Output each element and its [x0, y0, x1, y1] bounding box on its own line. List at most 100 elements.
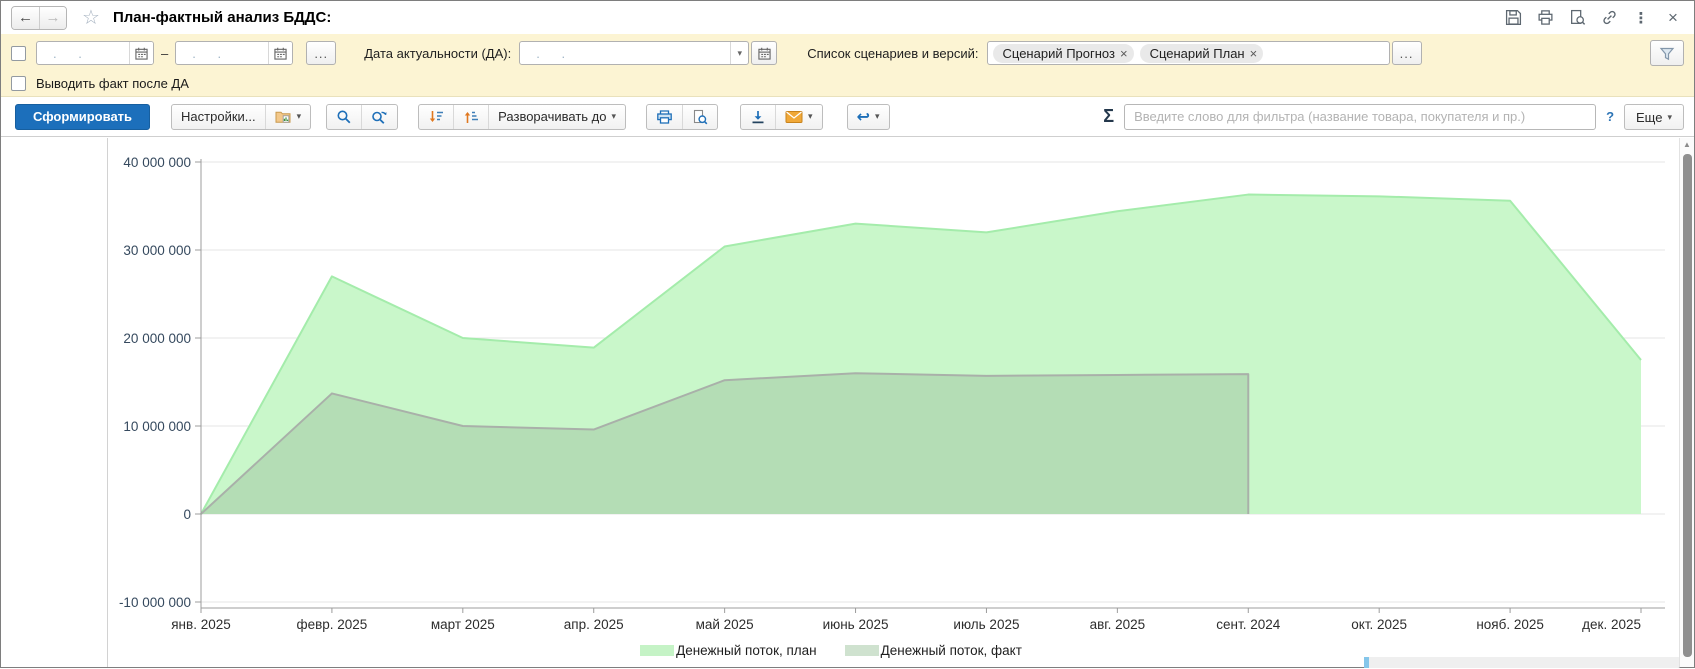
- svg-text:окт. 2025: окт. 2025: [1351, 617, 1407, 632]
- svg-text:20 000 000: 20 000 000: [123, 331, 191, 346]
- generate-button[interactable]: Сформировать: [15, 104, 150, 130]
- undo-arrow-icon: ↩: [857, 107, 870, 127]
- print-button[interactable]: [1536, 9, 1554, 27]
- link-icon: [1601, 9, 1618, 26]
- report-toolbar: Сформировать Настройки... ▾ Разворачиват…: [1, 97, 1694, 137]
- scenario-chip-label: Сценарий Прогноз: [1003, 46, 1115, 61]
- report-variants-button[interactable]: ▾: [265, 105, 311, 129]
- actuality-dropdown-caret[interactable]: ▾: [730, 42, 748, 64]
- horizontal-scrollbar[interactable]: [1364, 657, 1680, 668]
- period-checkbox[interactable]: [11, 46, 26, 61]
- scenario-chip-label: Сценарий План: [1150, 46, 1245, 61]
- quick-filter-input[interactable]: [1124, 104, 1596, 130]
- collapse-rows-button[interactable]: [419, 105, 453, 129]
- print-report-button[interactable]: [647, 105, 682, 129]
- show-fact-checkbox[interactable]: [11, 76, 26, 91]
- chevron-down-icon: ▾: [875, 111, 880, 122]
- legend-item-fact: Денежный поток, факт: [845, 643, 1022, 658]
- help-button[interactable]: ?: [1606, 109, 1614, 124]
- svg-text:дек. 2025: дек. 2025: [1582, 617, 1641, 632]
- svg-text:февр. 2025: февр. 2025: [296, 617, 367, 632]
- variant-folder-icon: [275, 109, 292, 124]
- period-to-calendar-button[interactable]: [268, 42, 292, 64]
- period-to-input[interactable]: [176, 46, 268, 61]
- svg-text:авг. 2025: авг. 2025: [1090, 617, 1146, 632]
- svg-text:0: 0: [183, 507, 191, 522]
- svg-text:апр. 2025: апр. 2025: [564, 617, 624, 632]
- sort-ascending-icon: [463, 109, 479, 125]
- export-group: ▾: [740, 104, 823, 130]
- funnel-icon: [1659, 46, 1675, 61]
- scenario-chip[interactable]: Сценарий План ×: [1140, 44, 1264, 63]
- search-button[interactable]: [327, 105, 361, 129]
- legend-label: Денежный поток, факт: [881, 643, 1022, 658]
- back-button[interactable]: ←: [12, 7, 39, 29]
- actuality-calendar-button[interactable]: [751, 41, 777, 65]
- series-areas: [201, 195, 1641, 514]
- actuality-date-input[interactable]: [520, 46, 730, 61]
- back-arrow-icon: ←: [18, 9, 33, 26]
- scenario-chip[interactable]: Сценарий Прогноз ×: [993, 44, 1134, 63]
- report-area: -10 000 000010 000 00020 000 00030 000 0…: [1, 138, 1694, 667]
- filter-row-period: – ... Дата актуальности (ДА): ▾ Список с…: [11, 40, 1684, 66]
- chip-remove-icon[interactable]: ×: [1120, 46, 1128, 61]
- period-from-input[interactable]: [37, 46, 129, 61]
- svg-text:июль 2025: июль 2025: [953, 617, 1019, 632]
- floppy-icon: [1505, 9, 1522, 26]
- svg-text:нояб. 2025: нояб. 2025: [1476, 617, 1544, 632]
- svg-text:10 000 000: 10 000 000: [123, 419, 191, 434]
- scenarios-options-button[interactable]: ...: [1392, 41, 1422, 65]
- vertical-scrollbar-thumb[interactable]: [1683, 154, 1692, 657]
- printer-icon: [1537, 9, 1554, 26]
- horizontal-scrollbar-thumb[interactable]: [1364, 657, 1369, 668]
- more-actions-button[interactable]: Еще ▾: [1625, 105, 1683, 130]
- search-icon: [336, 109, 352, 125]
- settings-button[interactable]: Настройки...: [172, 105, 265, 129]
- legend-item-plan: Денежный поток, план: [640, 643, 817, 658]
- period-options-button[interactable]: ...: [306, 41, 336, 65]
- page-magnifier-icon: [692, 109, 708, 125]
- download-icon: [750, 109, 766, 125]
- expand-to-button[interactable]: Разворачивать до ▾: [488, 105, 625, 129]
- actuality-date-label: Дата актуальности (ДА):: [364, 46, 511, 61]
- actuality-date-field: ▾: [519, 41, 749, 65]
- save-button[interactable]: [1504, 9, 1522, 27]
- filter-settings-button[interactable]: [1650, 40, 1684, 66]
- period-from-calendar-button[interactable]: [129, 42, 153, 64]
- scroll-up-arrow-icon[interactable]: ▲: [1680, 140, 1694, 149]
- svg-text:май 2025: май 2025: [696, 617, 754, 632]
- chip-remove-icon[interactable]: ×: [1250, 46, 1258, 61]
- nav-history-group: ← →: [11, 6, 67, 30]
- chevron-down-icon: ▾: [297, 111, 302, 122]
- save-result-button[interactable]: [741, 105, 775, 129]
- expand-to-label: Разворачивать до: [498, 109, 606, 124]
- send-email-button[interactable]: ▾: [775, 105, 822, 129]
- expand-rows-button[interactable]: [453, 105, 488, 129]
- chart-legend: Денежный поток, план Денежный поток, фак…: [1, 643, 1661, 658]
- top-bar: ← → ☆ План-фактный анализ БДДС: ⋮ ×: [1, 1, 1694, 34]
- chevron-down-icon: ▾: [808, 111, 813, 122]
- print-group: [646, 104, 718, 130]
- print-preview-button[interactable]: [1568, 9, 1586, 27]
- period-range-dash: –: [161, 46, 168, 61]
- close-button[interactable]: ×: [1664, 9, 1682, 27]
- chevron-down-icon: ▾: [612, 111, 617, 122]
- favorite-star-icon[interactable]: ☆: [82, 8, 100, 28]
- forward-button[interactable]: →: [39, 7, 66, 29]
- svg-text:-10 000 000: -10 000 000: [119, 595, 191, 610]
- more-menu-button[interactable]: ⋮: [1632, 9, 1650, 27]
- vertical-scrollbar[interactable]: ▲: [1679, 138, 1694, 667]
- cancel-search-button[interactable]: [361, 105, 397, 129]
- filter-row-fact: Выводить факт после ДА: [11, 72, 189, 94]
- calendar-icon: [135, 47, 148, 60]
- legend-swatch: [845, 645, 879, 656]
- period-from-field: [36, 41, 154, 65]
- drill-down-button[interactable]: ↩ ▾: [848, 105, 889, 129]
- preview-report-button[interactable]: [682, 105, 717, 129]
- get-link-button[interactable]: [1600, 9, 1618, 27]
- legend-label: Денежный поток, план: [676, 643, 817, 658]
- search-reset-icon: [371, 109, 388, 125]
- envelope-icon: [785, 110, 803, 124]
- totals-sigma-button[interactable]: Σ: [1103, 106, 1114, 127]
- scenarios-tag-field[interactable]: Сценарий Прогноз × Сценарий План ×: [987, 41, 1390, 65]
